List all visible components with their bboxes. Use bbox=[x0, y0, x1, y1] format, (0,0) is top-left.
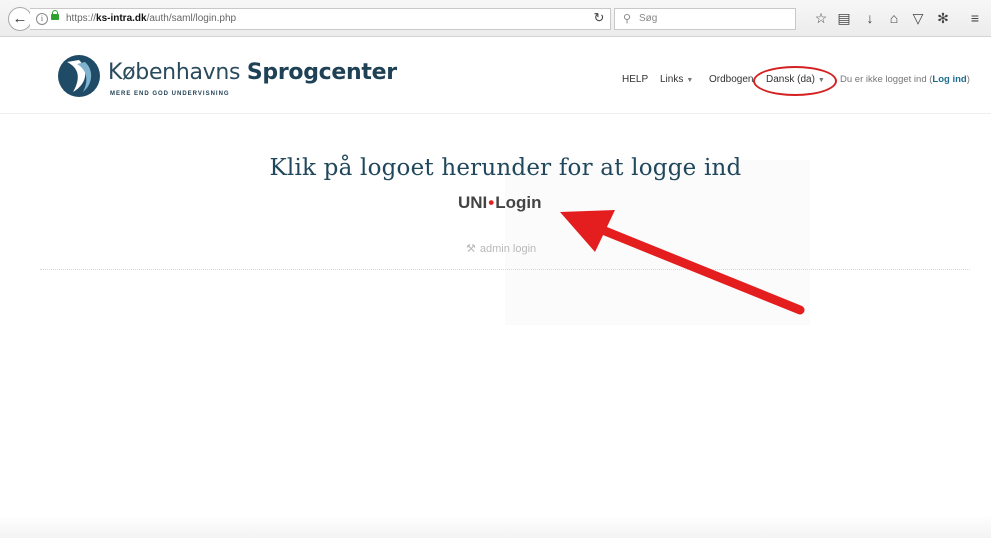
search-input[interactable]: ⚲ Søg bbox=[614, 8, 796, 30]
site-header: Københavns Sprogcenter MERE END GOD UNDE… bbox=[0, 37, 991, 114]
reading-list-icon[interactable]: ▤ bbox=[835, 9, 853, 27]
search-icon: ⚲ bbox=[623, 13, 632, 25]
nav-links-label: Links bbox=[660, 74, 684, 85]
star-icon[interactable]: ☆ bbox=[812, 9, 830, 27]
home-icon[interactable]: ⌂ bbox=[885, 9, 903, 27]
unilogin-dot: • bbox=[488, 193, 495, 212]
nav-ordbogen[interactable]: Ordbogen bbox=[709, 73, 753, 87]
download-icon[interactable]: ↓ bbox=[861, 9, 879, 27]
footer-strip bbox=[0, 515, 991, 538]
url-domain: ks-intra.dk bbox=[96, 13, 147, 24]
login-status: Du er ikke logget ind (Log ind) bbox=[840, 73, 970, 87]
logo-tagline: MERE END GOD UNDERVISNING bbox=[110, 91, 230, 97]
logo-title-bold: Sprogcenter bbox=[246, 60, 397, 85]
url-text[interactable]: https://ks-intra.dk/auth/saml/login.php bbox=[66, 9, 236, 29]
lock-icon bbox=[51, 10, 59, 20]
login-status-close: ) bbox=[966, 74, 970, 85]
unilogin-left: UNI bbox=[458, 193, 488, 212]
logo-title[interactable]: Københavns Sprogcenter bbox=[108, 60, 397, 85]
chevron-down-icon: ▼ bbox=[686, 77, 694, 84]
url-path: /auth/saml/login.php bbox=[146, 13, 237, 24]
url-bar[interactable]: i https://ks-intra.dk/auth/saml/login.ph… bbox=[30, 8, 611, 30]
page-title: Klik på logoet herunder for at logge ind bbox=[269, 155, 742, 181]
search-placeholder: Søg bbox=[639, 13, 658, 24]
tools-icon: ⚒ bbox=[466, 243, 476, 255]
back-arrow-icon[interactable]: ← bbox=[8, 7, 32, 31]
unilogin-right: Login bbox=[495, 193, 542, 212]
background-panel bbox=[505, 160, 810, 325]
unilogin-button[interactable]: UNI•Login bbox=[458, 193, 542, 213]
extension-icon[interactable]: ✻ bbox=[934, 9, 952, 27]
login-link[interactable]: Log ind bbox=[932, 74, 966, 85]
admin-login-link[interactable]: ⚒ admin login bbox=[466, 242, 536, 255]
highlight-circle bbox=[753, 66, 837, 96]
pocket-icon[interactable]: ▽ bbox=[909, 9, 927, 27]
url-prefix: https:// bbox=[66, 13, 97, 24]
browser-toolbar: ← i https://ks-intra.dk/auth/saml/login.… bbox=[0, 0, 991, 37]
logo-title-light: Københavns bbox=[108, 60, 247, 85]
login-status-text: Du er ikke logget ind ( bbox=[840, 74, 933, 85]
menu-icon[interactable]: ≡ bbox=[966, 9, 984, 27]
info-icon[interactable]: i bbox=[36, 13, 48, 25]
divider bbox=[40, 269, 970, 270]
nav-links[interactable]: Links ▼ bbox=[660, 73, 693, 87]
nav-help[interactable]: HELP bbox=[622, 73, 648, 87]
reload-icon[interactable]: ↻ bbox=[588, 8, 610, 28]
admin-login-label: admin login bbox=[479, 243, 537, 255]
logo-icon[interactable] bbox=[57, 54, 101, 98]
